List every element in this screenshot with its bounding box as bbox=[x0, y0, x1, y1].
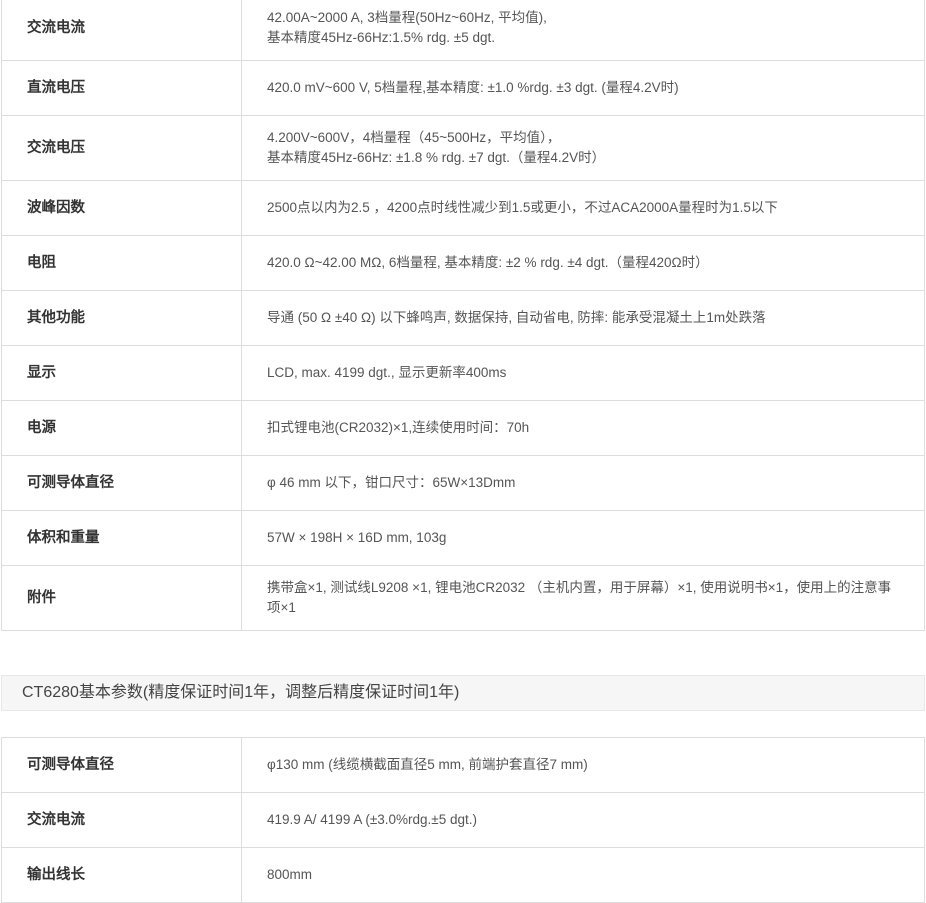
spec-row: 可测导体直径 φ 46 mm 以下，钳口尺寸：65W×13Dmm bbox=[1, 455, 925, 511]
spec-table-main: 交流电流 42.00A~2000 A, 3档量程(50Hz~60Hz, 平均值),… bbox=[1, 0, 925, 631]
spec-value: 4.200V~600V，4档量程（45~500Hz，平均值）， 基本精度45Hz-… bbox=[241, 115, 925, 181]
spec-label: 直流电压 bbox=[1, 60, 242, 116]
spec-value: 800mm bbox=[241, 847, 925, 903]
spec-value: 42.00A~2000 A, 3档量程(50Hz~60Hz, 平均值), 基本精度… bbox=[241, 0, 925, 61]
spec-row: 输出线长 800mm bbox=[1, 847, 925, 903]
spec-row: 直流电压 420.0 mV~600 V, 5档量程,基本精度: ±1.0 %rdg… bbox=[1, 60, 925, 116]
spec-label: 电阻 bbox=[1, 235, 242, 291]
spec-row: 其他功能 导通 (50 Ω ±40 Ω) 以下蜂鸣声, 数据保持, 自动省电, 防… bbox=[1, 290, 925, 346]
spec-value: 57W × 198H × 16D mm, 103g bbox=[241, 510, 925, 566]
spec-table-main-body: 交流电流 42.00A~2000 A, 3档量程(50Hz~60Hz, 平均值),… bbox=[1, 0, 925, 631]
spec-label: 显示 bbox=[1, 345, 242, 401]
ct6280-section-heading: CT6280基本参数(精度保证时间1年，调整后精度保证时间1年) bbox=[1, 675, 925, 711]
spec-value-line: 419.9 A/ 4199 A (±3.0%rdg.±5 dgt.) bbox=[267, 812, 477, 827]
spec-label: 其他功能 bbox=[1, 290, 242, 346]
spec-row: 体积和重量 57W × 198H × 16D mm, 103g bbox=[1, 510, 925, 566]
spec-value: 420.0 mV~600 V, 5档量程,基本精度: ±1.0 %rdg. ±3… bbox=[241, 60, 925, 116]
spec-label: 附件 bbox=[1, 565, 242, 631]
spec-value-line: φ130 mm (线缆横截面直径5 mm, 前端护套直径7 mm) bbox=[267, 757, 588, 772]
spec-value: 导通 (50 Ω ±40 Ω) 以下蜂鸣声, 数据保持, 自动省电, 防摔: 能… bbox=[241, 290, 925, 346]
spec-row: 交流电压 4.200V~600V，4档量程（45~500Hz，平均值）， 基本精度4… bbox=[1, 115, 925, 181]
spec-value-line: 基本精度45Hz-66Hz: ±1.8 % rdg. ±7 dgt.（量程4.2… bbox=[267, 150, 606, 165]
spec-value-line: LCD, max. 4199 dgt., 显示更新率400ms bbox=[267, 365, 507, 380]
spec-label: 输出线长 bbox=[1, 847, 242, 903]
spec-label: 电源 bbox=[1, 400, 242, 456]
spec-value-line: 2500点以内为2.5 ，4200点时线性减少到1.5或更小，不过ACA2000… bbox=[267, 200, 778, 215]
spec-value-line: 携带盒×1, 测试线L9208 ×1, 锂电池CR2032 （主机内置，用于屏幕… bbox=[267, 580, 892, 595]
spec-row: 波峰因数 2500点以内为2.5 ，4200点时线性减少到1.5或更小，不过ACA… bbox=[1, 180, 925, 236]
spec-label: 交流电压 bbox=[1, 115, 242, 181]
spec-row: 电阻 420.0 Ω~42.00 MΩ, 6档量程, 基本精度: ±2 % rdg… bbox=[1, 235, 925, 291]
spec-table-ct6280-body: 可测导体直径 φ130 mm (线缆横截面直径5 mm, 前端护套直径7 mm) 交… bbox=[1, 737, 925, 903]
spec-value: 2500点以内为2.5 ，4200点时线性减少到1.5或更小，不过ACA2000… bbox=[241, 180, 925, 236]
spec-row: 显示 LCD, max. 4199 dgt., 显示更新率400ms bbox=[1, 345, 925, 401]
spec-value-line: 基本精度45Hz-66Hz:1.5% rdg. ±5 dgt. bbox=[267, 30, 495, 45]
spec-label: 交流电流 bbox=[1, 0, 242, 61]
spec-row: 电源 扣式锂电池(CR2032)×1,连续使用时间：70h bbox=[1, 400, 925, 456]
spec-value-line: 42.00A~2000 A, 3档量程(50Hz~60Hz, 平均值), bbox=[267, 10, 547, 25]
spec-value-line: 420.0 mV~600 V, 5档量程,基本精度: ±1.0 %rdg. ±3… bbox=[267, 80, 679, 95]
spec-label: 波峰因数 bbox=[1, 180, 242, 236]
spec-label: 可测导体直径 bbox=[1, 455, 242, 511]
spec-value: 携带盒×1, 测试线L9208 ×1, 锂电池CR2032 （主机内置，用于屏幕… bbox=[241, 565, 925, 631]
spec-row: 附件 携带盒×1, 测试线L9208 ×1, 锂电池CR2032 （主机内置，用于… bbox=[1, 565, 925, 631]
spec-table-ct6280: 可测导体直径 φ130 mm (线缆横截面直径5 mm, 前端护套直径7 mm) 交… bbox=[1, 737, 925, 903]
spec-label: 可测导体直径 bbox=[1, 737, 242, 793]
spec-label: 体积和重量 bbox=[1, 510, 242, 566]
spec-value: LCD, max. 4199 dgt., 显示更新率400ms bbox=[241, 345, 925, 401]
spec-value-line: 导通 (50 Ω ±40 Ω) 以下蜂鸣声, 数据保持, 自动省电, 防摔: 能… bbox=[267, 310, 766, 325]
spec-value: 扣式锂电池(CR2032)×1,连续使用时间：70h bbox=[241, 400, 925, 456]
spec-value-line: 4.200V~600V，4档量程（45~500Hz，平均值）， bbox=[267, 130, 561, 145]
spec-value-line: φ 46 mm 以下，钳口尺寸：65W×13Dmm bbox=[267, 475, 516, 490]
spec-value-line: 项×1 bbox=[267, 600, 296, 615]
spec-value-line: 扣式锂电池(CR2032)×1,连续使用时间：70h bbox=[267, 420, 530, 435]
spec-row: 可测导体直径 φ130 mm (线缆横截面直径5 mm, 前端护套直径7 mm) bbox=[1, 737, 925, 793]
spec-row: 交流电流 42.00A~2000 A, 3档量程(50Hz~60Hz, 平均值),… bbox=[1, 0, 925, 61]
spec-value-line: 57W × 198H × 16D mm, 103g bbox=[267, 530, 447, 545]
spec-value-line: 800mm bbox=[267, 867, 313, 882]
spec-value: 420.0 Ω~42.00 MΩ, 6档量程, 基本精度: ±2 % rdg. … bbox=[241, 235, 925, 291]
spec-value: φ130 mm (线缆横截面直径5 mm, 前端护套直径7 mm) bbox=[241, 737, 925, 793]
spec-label: 交流电流 bbox=[1, 792, 242, 848]
spec-value: φ 46 mm 以下，钳口尺寸：65W×13Dmm bbox=[241, 455, 925, 511]
spec-row: 交流电流 419.9 A/ 4199 A (±3.0%rdg.±5 dgt.) bbox=[1, 792, 925, 848]
spec-value: 419.9 A/ 4199 A (±3.0%rdg.±5 dgt.) bbox=[241, 792, 925, 848]
spec-value-line: 420.0 Ω~42.00 MΩ, 6档量程, 基本精度: ±2 % rdg. … bbox=[267, 255, 709, 270]
